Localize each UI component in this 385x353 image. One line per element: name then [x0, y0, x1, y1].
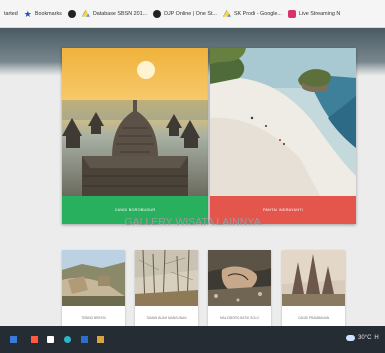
taskbar: 30°C H [0, 326, 385, 353]
browser-icon[interactable] [64, 336, 71, 343]
forest-image [135, 250, 198, 306]
bookmark-live-streaming[interactable]: Live Streaming N [287, 9, 341, 18]
drive-icon [81, 9, 90, 17]
github-icon [153, 9, 162, 18]
bookmark-label: Bookmarks [34, 10, 62, 17]
gallery-caption: Taman Buah Mangunan [146, 316, 187, 320]
gallery-item-prambanan[interactable]: Candi Prambanan [282, 250, 345, 326]
prambanan-image [282, 250, 345, 306]
star-icon: ★ [23, 8, 32, 19]
app-icon[interactable] [31, 336, 38, 343]
gallery-caption: Malioboro Batik Solo [220, 316, 259, 320]
cliff-image [62, 250, 125, 306]
folder-icon[interactable] [97, 336, 104, 343]
batik-image [208, 250, 271, 306]
drive-icon [222, 9, 231, 17]
gallery-item-tebing-breksi[interactable]: Tebing Breksi [62, 250, 125, 326]
bookmark-github[interactable] [67, 9, 76, 18]
bookmark-database-sbsn[interactable]: Database SBSN 201... [81, 9, 148, 18]
shopping-bag-icon[interactable] [47, 336, 54, 343]
gallery-caption: Candi Prambanan [298, 316, 329, 320]
temperature-readout: 30°C [358, 335, 372, 341]
card-button-label: Pantai Indrayanti [262, 208, 304, 212]
bookmark-label: DJP Online | One St... [164, 10, 217, 17]
borobudur-image [62, 48, 208, 196]
bookmarks-bar: tarted ★ Bookmarks Database SBSN 201... D… [0, 0, 385, 28]
bookmark-label: Database SBSN 201... [92, 10, 148, 17]
bookmark-djp-online[interactable]: DJP Online | One St... [153, 9, 217, 18]
tourism-page: Candi Borobudur Pantai Indrayanti GALLER… [0, 28, 385, 326]
gallery-title: GALLERY WISATA LAINNYA [124, 216, 261, 228]
destination-card-borobudur[interactable]: Candi Borobudur [62, 48, 208, 224]
bookmark-label: tarted [4, 10, 18, 17]
tray-trailing-text: H [374, 335, 379, 341]
github-icon [67, 9, 76, 18]
beach-image [210, 48, 356, 196]
bookmark-sk-prodi[interactable]: SK Prodi - Google... [222, 9, 282, 18]
stream-icon [287, 9, 296, 18]
mail-icon[interactable] [81, 336, 88, 343]
card-button-label: Candi Borobudur [114, 208, 156, 212]
bookmark-label: Live Streaming N [298, 10, 341, 17]
system-tray: 30°C H [346, 335, 379, 341]
windows-start-icon[interactable] [10, 336, 17, 343]
bookmark-bookmarks[interactable]: ★ Bookmarks [23, 8, 62, 19]
gallery-item-batik[interactable]: Malioboro Batik Solo [208, 250, 271, 326]
weather-icon [346, 335, 355, 341]
gallery-caption: Tebing Breksi [81, 316, 106, 320]
bookmark-started[interactable]: tarted [4, 11, 18, 17]
divider-right [265, 224, 345, 225]
bookmark-label: SK Prodi - Google... [233, 10, 282, 17]
destination-card-beach[interactable]: Pantai Indrayanti [210, 48, 356, 224]
gallery-item-taman-buah[interactable]: Taman Buah Mangunan [135, 250, 198, 326]
